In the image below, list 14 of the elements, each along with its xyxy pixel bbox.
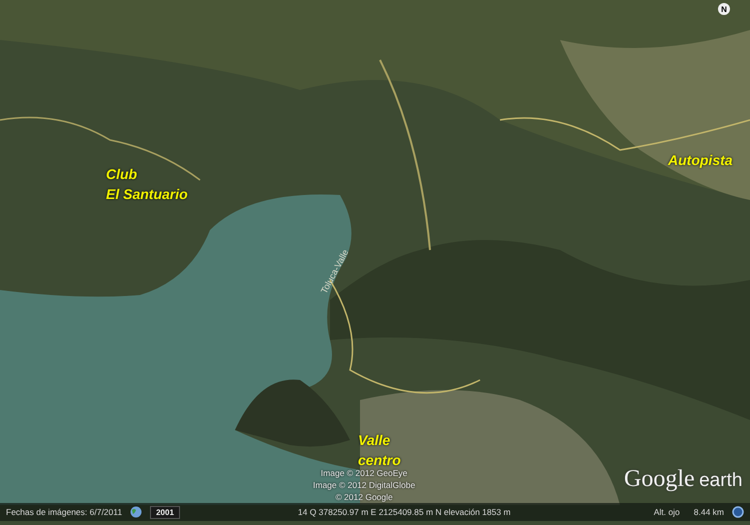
- historical-year-button[interactable]: 2001: [150, 506, 180, 518]
- place-label: Valle centro: [358, 431, 401, 470]
- eye-altitude-label: Alt. ojo: [654, 507, 680, 517]
- place-label: Autopista: [668, 151, 733, 170]
- attribution-text: Image © 2012 DigitalGlobe: [313, 479, 416, 491]
- streaming-indicator-icon: [732, 506, 744, 518]
- imagery-date: Fechas de imágenes: 6/7/2011: [6, 507, 122, 517]
- coordinates-text: 14 Q 378250.97 m E 2125409.85 m N elevación 1853 m: [298, 507, 511, 517]
- globe-icon[interactable]: [130, 506, 142, 518]
- eye-altitude-value: 8.44 km: [694, 507, 724, 517]
- place-label: Club El Santuario: [106, 165, 188, 204]
- google-earth-logo: Google earth: [624, 466, 742, 493]
- attribution-text: © 2012 Google: [335, 491, 393, 503]
- attribution-text: Image © 2012 GeoEye: [320, 467, 408, 479]
